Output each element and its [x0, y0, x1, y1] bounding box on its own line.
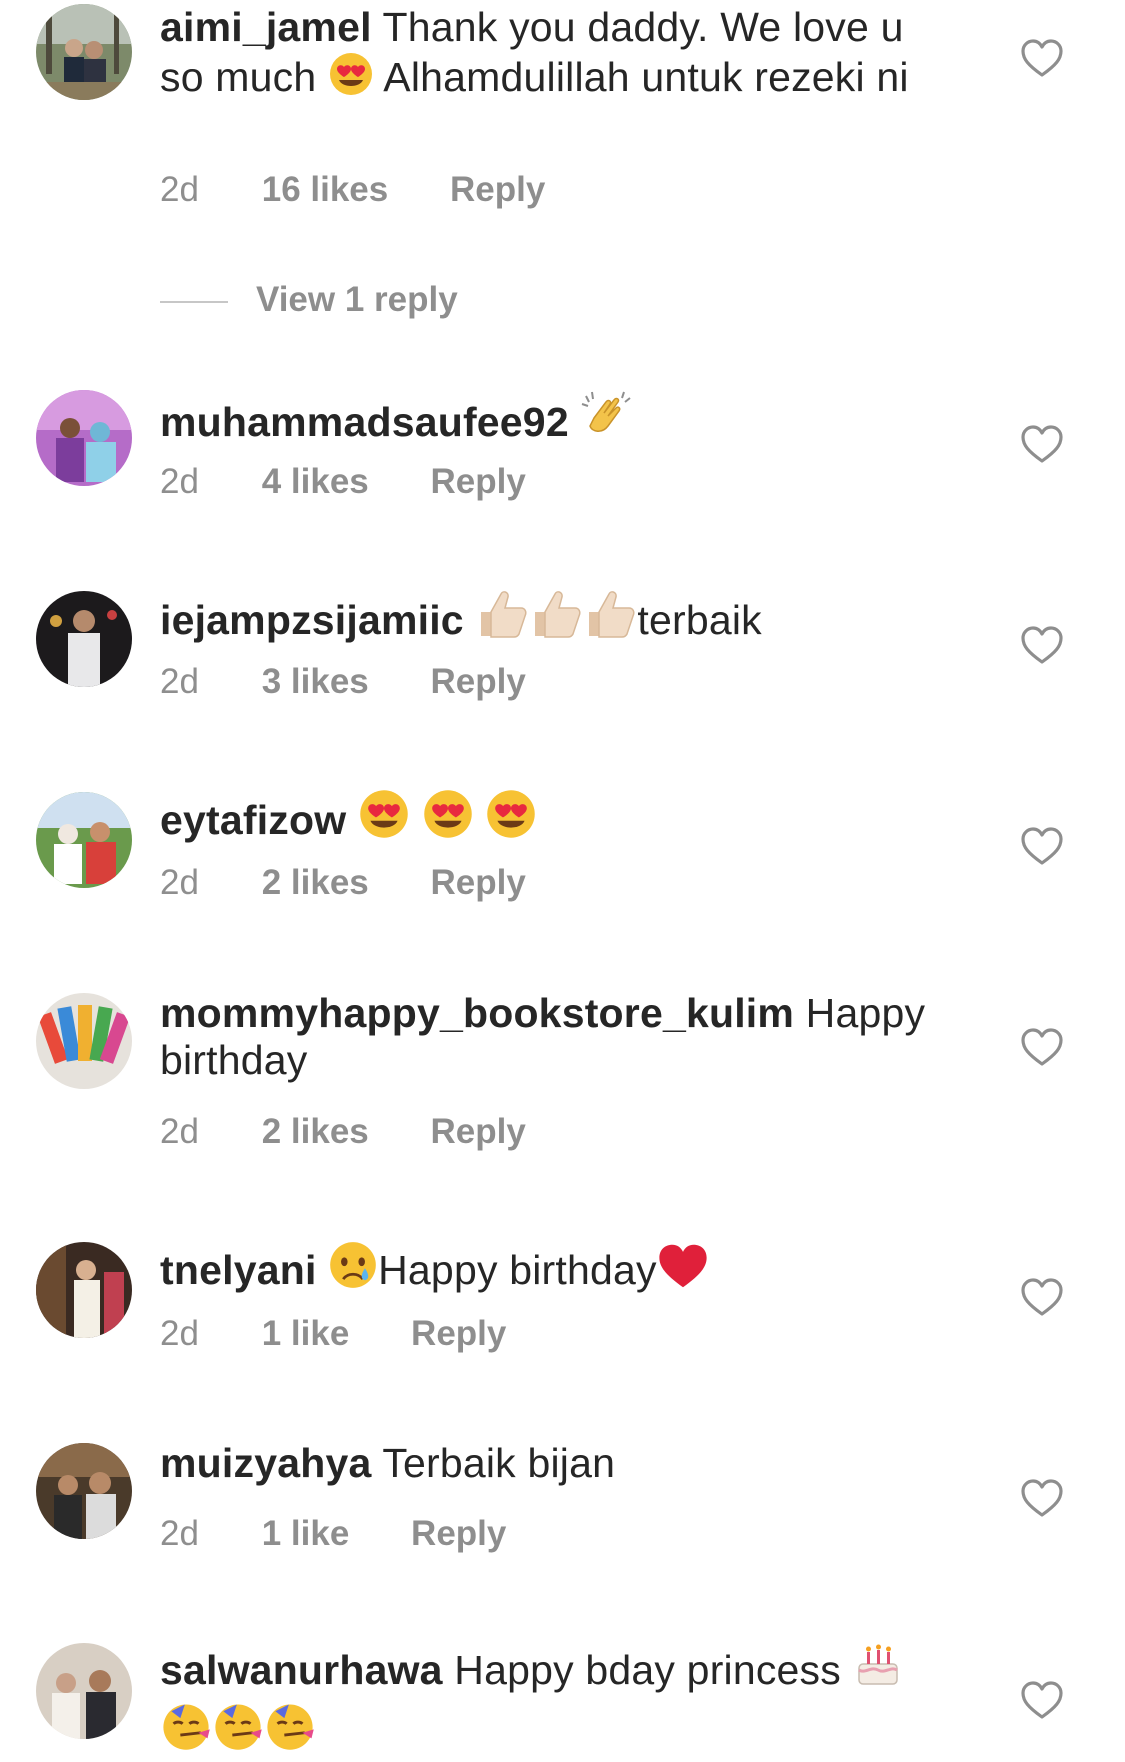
heart-outline-icon[interactable]	[1020, 1027, 1064, 1067]
avatar[interactable]	[36, 591, 132, 687]
heart-outline-icon[interactable]	[1020, 424, 1064, 464]
heart-outline-icon[interactable]	[1020, 1680, 1064, 1720]
partying-face-emoji-icon	[212, 1700, 264, 1762]
avatar[interactable]	[36, 4, 132, 100]
heart-outline-icon[interactable]	[1020, 1478, 1064, 1518]
reply-button[interactable]: Reply	[411, 1512, 506, 1556]
heart-eyes-emoji-icon	[422, 788, 474, 850]
comment-timestamp: 2d	[160, 662, 199, 701]
clapping-hands-emoji-icon	[580, 388, 634, 452]
comment-username[interactable]: mommyhappy_bookstore_kulim	[160, 990, 794, 1036]
reply-button[interactable]: Reply	[431, 861, 526, 905]
heart-eyes-emoji-icon	[358, 788, 410, 850]
comment-username[interactable]: aimi_jamel	[160, 4, 372, 50]
comment-likes-count[interactable]: 2 likes	[262, 1110, 369, 1154]
avatar[interactable]	[36, 1443, 132, 1539]
avatar[interactable]	[36, 1242, 132, 1338]
comment-timestamp: 2d	[160, 1112, 199, 1151]
comment-timestamp: 2d	[160, 1314, 199, 1353]
heart-eyes-emoji-icon	[328, 51, 374, 107]
reply-button[interactable]: Reply	[431, 460, 526, 504]
red-heart-emoji-icon	[657, 1242, 709, 1300]
heart-eyes-emoji-icon	[485, 788, 537, 850]
comment-username[interactable]: muizyahya	[160, 1440, 371, 1486]
comment-username[interactable]: salwanurhawa	[160, 1647, 443, 1693]
crying-face-emoji-icon	[328, 1240, 378, 1300]
reply-button[interactable]: Reply	[411, 1312, 506, 1356]
reply-thread-divider	[160, 300, 228, 303]
comment-text: Terbaik bijan	[382, 1440, 616, 1486]
avatar[interactable]	[36, 792, 132, 888]
comment-timestamp: 2d	[160, 1514, 199, 1553]
comment-username[interactable]: muhammadsaufee92	[160, 399, 569, 445]
reply-button[interactable]: Reply	[431, 1110, 526, 1154]
comment-text: terbaik	[637, 597, 762, 643]
view-replies-button[interactable]: View 1 reply	[160, 278, 458, 322]
comment-timestamp: 2d	[160, 462, 199, 501]
heart-outline-icon[interactable]	[1020, 38, 1064, 78]
reply-button[interactable]: Reply	[450, 168, 545, 212]
thumbs-up-emoji-icon	[583, 588, 637, 650]
comment-username[interactable]: iejampzsijamiic	[160, 597, 464, 643]
avatar[interactable]	[36, 1643, 132, 1739]
partying-face-emoji-icon	[160, 1700, 212, 1762]
heart-outline-icon[interactable]	[1020, 826, 1064, 866]
thumbs-up-emoji-icon	[475, 588, 529, 650]
avatar[interactable]	[36, 390, 132, 486]
comment-likes-count[interactable]: 1 like	[262, 1312, 350, 1356]
heart-outline-icon[interactable]	[1020, 1277, 1064, 1317]
comment-likes-count[interactable]: 1 like	[262, 1512, 350, 1556]
heart-outline-icon[interactable]	[1020, 625, 1064, 665]
reply-button[interactable]: Reply	[431, 660, 526, 704]
comment-username[interactable]: tnelyani	[160, 1247, 317, 1293]
partying-face-emoji-icon	[264, 1700, 316, 1762]
comment-username[interactable]: eytafizow	[160, 797, 346, 843]
comment-timestamp: 2d	[160, 863, 199, 902]
view-replies-label: View 1 reply	[256, 280, 458, 319]
comment-likes-count[interactable]: 3 likes	[262, 660, 369, 704]
comment-text: Alhamdulillah untuk rezeki ni	[383, 54, 909, 100]
avatar[interactable]	[36, 993, 132, 1089]
comment-likes-count[interactable]: 2 likes	[262, 861, 369, 905]
comment-likes-count[interactable]: 4 likes	[262, 460, 369, 504]
comment-text: Happy birthday	[378, 1247, 657, 1293]
thumbs-up-emoji-icon	[529, 588, 583, 650]
comment-timestamp: 2d	[160, 170, 199, 209]
comment-text: Happy bday princess	[454, 1647, 841, 1693]
comment-likes-count[interactable]: 16 likes	[262, 168, 389, 212]
birthday-cake-emoji-icon	[853, 1640, 903, 1700]
